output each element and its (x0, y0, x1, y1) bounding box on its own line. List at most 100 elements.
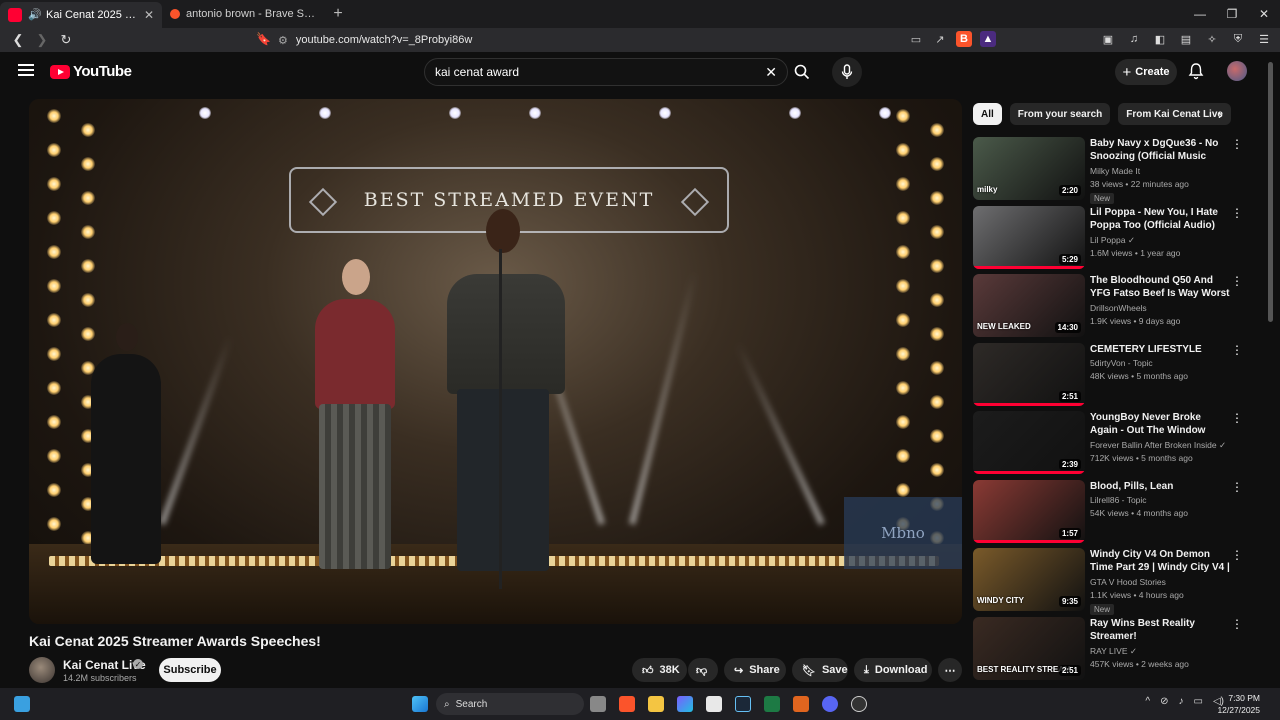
video-thumbnail[interactable]: 5:29 (973, 205, 1085, 269)
chip-all[interactable]: All (973, 103, 1002, 125)
minimize-icon[interactable]: — (1184, 0, 1216, 28)
obs-icon[interactable] (851, 696, 867, 712)
dislike-button[interactable]: 👎︎ (688, 658, 718, 682)
recommendation-item[interactable]: 5:29 Lil Poppa - New You, I Hate Poppa To… (973, 205, 1263, 270)
recommendation-title[interactable]: Blood, Pills, Lean (1090, 480, 1230, 493)
copilot-icon[interactable] (677, 696, 693, 712)
search-button[interactable] (788, 58, 816, 86)
music-icon[interactable]: ♫ (1126, 31, 1142, 47)
reload-icon[interactable]: ↻ (56, 30, 76, 50)
app-icon[interactable] (793, 696, 809, 712)
create-button[interactable]: + Create (1115, 59, 1177, 85)
bookmark-icon[interactable]: 🔖 (256, 32, 271, 46)
more-vertical-icon[interactable]: ⋮ (1231, 548, 1243, 562)
site-info-icon[interactable]: ⚙ (278, 34, 288, 47)
excel-icon[interactable] (764, 696, 780, 712)
recommendation-title[interactable]: YoungBoy Never Broke Again - Out The Win… (1090, 411, 1230, 437)
sidebar-icon[interactable]: ◧ (1152, 31, 1168, 47)
chevron-right-icon[interactable]: › (1218, 106, 1223, 122)
display-icon[interactable]: ▭ (1194, 696, 1203, 707)
recommendation-item[interactable]: milky 2:20 Baby Navy x DgQue36 - No Snoozi… (973, 137, 1263, 204)
store-icon[interactable] (706, 696, 722, 712)
speaker-icon[interactable]: 🔊 (28, 8, 42, 22)
recommendation-title[interactable]: Windy City V4 On Demon Time Part 29 | Wi… (1090, 548, 1230, 574)
voice-search-button[interactable] (832, 57, 862, 87)
close-tab-icon[interactable]: ✕ (144, 8, 154, 22)
share-button[interactable]: ↪ Share (724, 658, 786, 682)
cast-icon[interactable]: ▭ (908, 31, 924, 47)
clock[interactable]: 7:30 PM 12/27/2025 (1217, 692, 1260, 716)
forward-icon[interactable]: ❯ (32, 30, 52, 50)
rewards-icon[interactable]: ▲ (980, 31, 996, 47)
restore-icon[interactable]: ❐ (1216, 0, 1248, 28)
video-thumbnail[interactable]: milky 2:20 (973, 137, 1085, 200)
url-field[interactable]: ⚙ youtube.com/watch?v=_8Probyi86w (278, 31, 998, 49)
account-avatar[interactable] (1227, 61, 1247, 81)
save-button[interactable]: 🔖︎ Save (792, 658, 848, 682)
hamburger-menu-icon[interactable] (18, 64, 34, 76)
video-player[interactable]: BEST STREAMED EVENT Mbno (29, 99, 962, 624)
mic-tray-icon[interactable]: ♪ (1179, 696, 1184, 707)
taskbar-search[interactable]: ⌕ Search (436, 693, 584, 715)
video-thumbnail[interactable]: 1:57 (973, 479, 1085, 543)
share-page-icon[interactable]: ↗ (932, 31, 948, 47)
page-scrollbar[interactable] (1268, 62, 1273, 322)
more-vertical-icon[interactable]: ⋮ (1231, 480, 1243, 494)
brave-shields-icon[interactable]: B (956, 31, 972, 47)
video-thumbnail[interactable]: WINDY CITY 9:35 (973, 548, 1085, 611)
recommendation-title[interactable]: Baby Navy x DgQue36 - No Snoozing (Offic… (1090, 137, 1230, 163)
clear-search-icon[interactable]: ✕ (765, 64, 777, 81)
more-vertical-icon[interactable]: ⋮ (1231, 617, 1243, 631)
recommendation-channel[interactable]: Milky Made It (1090, 166, 1140, 176)
video-thumbnail[interactable]: 2:51 (973, 342, 1085, 406)
recommendation-item[interactable]: NEW LEAKED 14:30 The Bloodhound Q50 And YF… (973, 274, 1263, 338)
more-vertical-icon[interactable]: ⋮ (1231, 137, 1243, 151)
recommendation-channel[interactable]: Forever Ballin After Broken Inside ✓ (1090, 440, 1226, 451)
video-thumbnail[interactable]: 2:39 (973, 411, 1085, 474)
network-off-icon[interactable]: ⊘ (1160, 696, 1168, 707)
recommendation-item[interactable]: 1:57 Blood, Pills, Lean Lilrell86 - Topic 5… (973, 479, 1263, 544)
brave-browser-icon[interactable] (619, 696, 635, 712)
tab-brave-search[interactable]: antonio brown - Brave Search (162, 0, 324, 28)
recommendation-channel[interactable]: Lilrell86 - Topic (1090, 495, 1147, 505)
more-vertical-icon[interactable]: ⋮ (1231, 411, 1243, 425)
download-button[interactable]: ⤓ Download (854, 658, 932, 682)
more-actions-button[interactable]: ⋯ (938, 658, 962, 682)
windows-start-icon[interactable] (412, 696, 428, 712)
more-vertical-icon[interactable]: ⋮ (1231, 274, 1243, 288)
wallet-icon[interactable]: ▤ (1178, 31, 1194, 47)
chip-from-channel[interactable]: From Kai Cenat Live (1118, 103, 1231, 125)
reader-icon[interactable]: ▣ (1100, 31, 1116, 47)
more-vertical-icon[interactable]: ⋮ (1231, 343, 1243, 357)
file-explorer-icon[interactable] (648, 696, 664, 712)
more-vertical-icon[interactable]: ⋮ (1231, 206, 1243, 220)
recommendation-title[interactable]: Lil Poppa - New You, I Hate Poppa Too (O… (1090, 206, 1230, 232)
recommendation-channel[interactable]: 5dirtyVon - Topic (1090, 358, 1153, 368)
discord-icon[interactable] (822, 696, 838, 712)
youtube-logo[interactable]: YouTube (50, 63, 132, 80)
leo-icon[interactable]: ✧ (1204, 31, 1220, 47)
steam-icon[interactable] (735, 696, 751, 712)
recommendation-title[interactable]: CEMETERY LIFESTYLE (1090, 343, 1230, 356)
like-button[interactable]: 👍︎ 38K (632, 658, 687, 682)
chevron-up-icon[interactable]: ^ (1145, 696, 1150, 707)
new-tab-button[interactable]: + (324, 0, 352, 28)
search-input[interactable]: kai cenat award ✕ (424, 58, 788, 86)
recommendation-item[interactable]: 2:51 CEMETERY LIFESTYLE 5dirtyVon - Topic 4… (973, 342, 1263, 407)
recommendation-item[interactable]: 2:39 YoungBoy Never Broke Again - Out The… (973, 411, 1263, 475)
video-thumbnail[interactable]: NEW LEAKED 14:30 (973, 274, 1085, 337)
widgets-icon[interactable] (14, 696, 30, 712)
recommendation-item[interactable]: WINDY CITY 9:35 Windy City V4 On Demon Tim… (973, 548, 1263, 615)
close-window-icon[interactable]: ✕ (1248, 0, 1280, 28)
recommendation-channel[interactable]: RAY LIVE ✓ (1090, 646, 1137, 657)
recommendation-title[interactable]: The Bloodhound Q50 And YFG Fatso Beef Is… (1090, 274, 1230, 300)
notifications-button[interactable] (1188, 62, 1204, 85)
back-icon[interactable]: ❮ (8, 30, 28, 50)
task-view-icon[interactable] (590, 696, 606, 712)
chip-from-search[interactable]: From your search (1009, 103, 1111, 125)
recommendation-item[interactable]: BEST REALITY STREAM 2:51 Ray Wins Best Rea… (973, 616, 1263, 681)
recommendation-channel[interactable]: DrillsonWheels (1090, 303, 1147, 313)
tab-youtube[interactable]: 🔊 Kai Cenat 2025 Streamer Awa ✕ (0, 2, 162, 28)
recommendation-channel[interactable]: Lil Poppa ✓ (1090, 235, 1135, 246)
channel-avatar[interactable] (29, 657, 55, 683)
